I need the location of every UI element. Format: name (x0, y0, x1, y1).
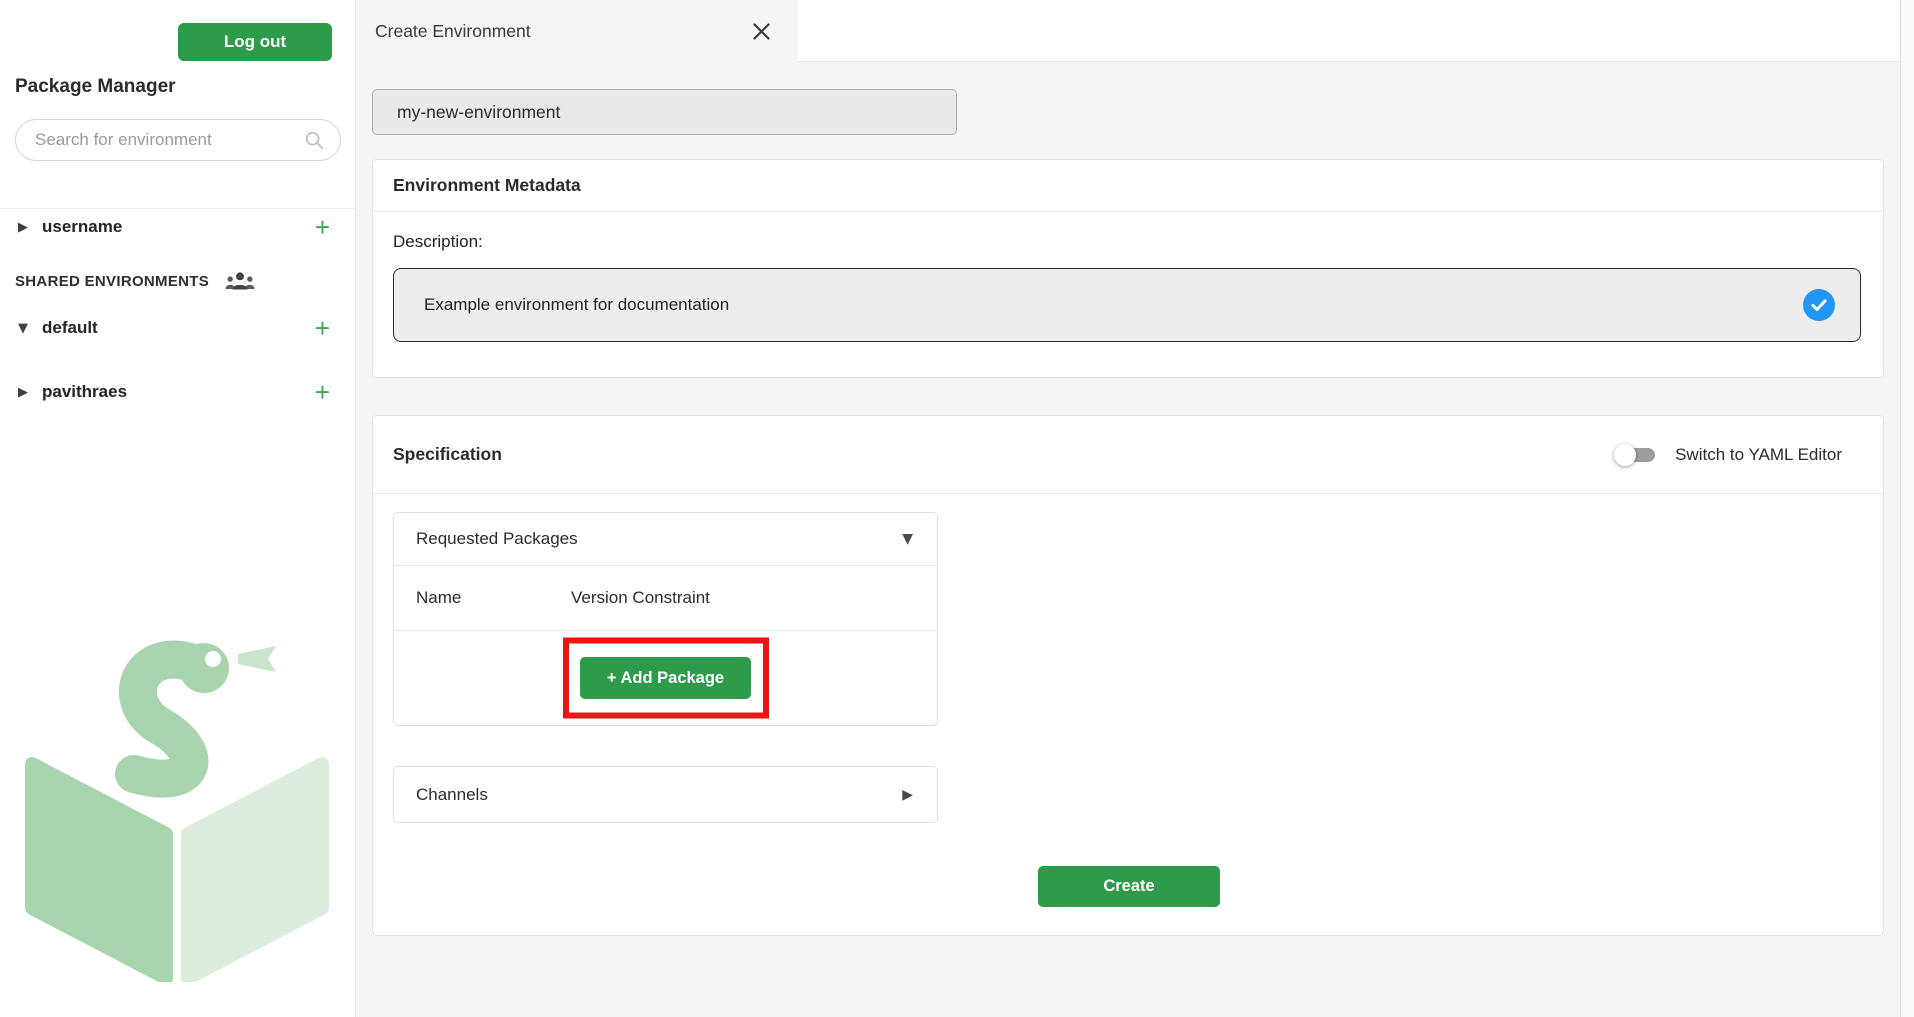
toggle-knob[interactable] (1614, 444, 1636, 466)
environment-name-input[interactable] (372, 89, 957, 135)
package-manager-title: Package Manager (15, 76, 176, 98)
scrollbar-gutter (1900, 0, 1914, 1017)
requested-packages-accordion: Requested Packages ▼ Name Version Constr… (393, 512, 938, 726)
specification-card-header: Specification Switch to YAML Editor (373, 416, 1883, 494)
search-icon (303, 129, 325, 151)
description-textbox[interactable]: Example environment for documentation (393, 268, 1861, 342)
metadata-card-header: Environment Metadata (373, 160, 1883, 212)
shared-environments-header: SHARED ENVIRONMENTS (0, 264, 356, 298)
sidebar-item-default[interactable]: ▼ default + (0, 311, 356, 345)
close-icon (751, 21, 772, 42)
add-environment-button[interactable]: + (315, 214, 330, 240)
tree-item-label: pavithraes (42, 382, 127, 402)
channels-accordion[interactable]: Channels ▶ (393, 766, 938, 823)
conda-store-logo (24, 634, 330, 987)
metadata-body: Description: Example environment for doc… (373, 212, 1883, 342)
description-label: Description: (393, 232, 1861, 252)
yaml-editor-toggle[interactable] (1614, 444, 1658, 466)
description-value: Example environment for documentation (424, 295, 1803, 315)
specification-card: Specification Switch to YAML Editor Requ… (372, 415, 1884, 936)
app-window: Log out Package Manager ▶ username + SHA… (0, 0, 1914, 1017)
sidebar: Log out Package Manager ▶ username + SHA… (0, 0, 356, 1017)
create-button[interactable]: Create (1038, 866, 1220, 907)
tree-item-label: username (42, 217, 122, 237)
validation-check-badge (1803, 289, 1835, 321)
sidebar-divider (0, 208, 355, 209)
specification-title: Specification (393, 444, 502, 465)
check-icon (1811, 299, 1827, 312)
environment-metadata-card: Environment Metadata Description: Exampl… (372, 159, 1884, 378)
sidebar-item-pavithraes[interactable]: ▶ pavithraes + (0, 375, 356, 409)
column-header-name: Name (416, 588, 571, 608)
column-header-version-constraint: Version Constraint (571, 588, 710, 608)
expand-arrow-icon[interactable]: ▶ (18, 220, 42, 235)
groups-icon (225, 270, 255, 292)
tab-bar: Create Environment (356, 0, 1914, 62)
metadata-title: Environment Metadata (393, 175, 581, 196)
yaml-toggle-group: Switch to YAML Editor (1614, 444, 1842, 466)
yaml-toggle-label: Switch to YAML Editor (1675, 445, 1842, 465)
tab-create-environment[interactable]: Create Environment (356, 0, 798, 62)
close-tab-button[interactable] (749, 19, 774, 44)
chevron-down-icon: ▼ (902, 531, 913, 547)
create-environment-form: Environment Metadata Description: Exampl… (356, 62, 1914, 1017)
add-package-button[interactable]: + Add Package (580, 657, 751, 699)
chevron-right-icon: ▶ (902, 787, 913, 803)
logout-button[interactable]: Log out (178, 23, 332, 61)
main-area: Create Environment Environment Metadata (356, 0, 1914, 1017)
packages-table-header: Name Version Constraint (394, 566, 937, 631)
specification-body: Requested Packages ▼ Name Version Constr… (373, 494, 1883, 907)
add-environment-button[interactable]: + (315, 315, 330, 341)
shared-environments-label: SHARED ENVIRONMENTS (15, 273, 209, 290)
add-environment-button[interactable]: + (315, 379, 330, 405)
expand-arrow-icon[interactable]: ▶ (18, 385, 42, 400)
collapse-arrow-icon[interactable]: ▼ (18, 321, 42, 336)
create-button-row: Create (393, 823, 1865, 907)
search-input[interactable] (35, 130, 303, 150)
requested-packages-title: Requested Packages (416, 529, 578, 549)
tab-title: Create Environment (375, 21, 531, 42)
sidebar-item-username[interactable]: ▶ username + (0, 210, 356, 244)
channels-title: Channels (416, 785, 488, 805)
packages-add-row: + Add Package (394, 631, 937, 725)
environment-search-field[interactable] (15, 119, 341, 161)
tree-item-label: default (42, 318, 98, 338)
requested-packages-header[interactable]: Requested Packages ▼ (394, 513, 937, 566)
